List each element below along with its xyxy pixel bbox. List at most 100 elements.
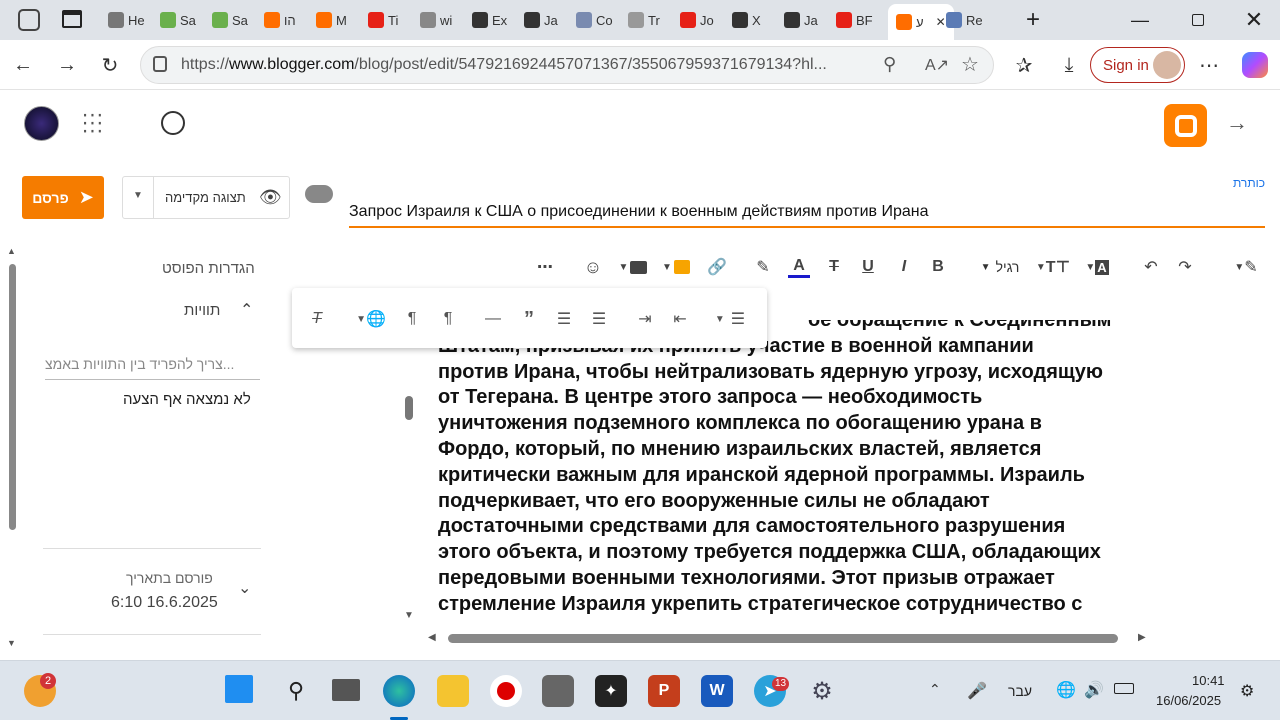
browser-tab[interactable]: Ja xyxy=(524,6,558,34)
tab-actions-icon[interactable] xyxy=(62,10,82,28)
clock-date[interactable]: 16/06/2025 xyxy=(1156,693,1221,708)
bold-icon[interactable]: B xyxy=(929,256,947,278)
blogger-logo-icon[interactable] xyxy=(1164,104,1207,147)
quote-icon[interactable]: ” xyxy=(518,308,540,330)
align-icon[interactable]: ▼ ☰ xyxy=(710,308,750,330)
edge-icon[interactable] xyxy=(383,675,415,707)
powerpoint-icon[interactable]: P xyxy=(648,675,680,707)
browser-tab[interactable]: Sa xyxy=(160,6,196,34)
new-tab-button[interactable]: + xyxy=(1026,6,1040,34)
browser-tab[interactable]: Co xyxy=(576,6,613,34)
lock-icon[interactable] xyxy=(153,56,167,72)
text-background-icon[interactable]: ▼ A xyxy=(1083,256,1111,278)
forward-button[interactable]: → xyxy=(54,52,80,78)
post-body-text[interactable]: ое обращение к Соединенным Штатам, призы… xyxy=(438,320,1163,618)
more-menu-icon[interactable]: ⋯ xyxy=(1196,52,1222,78)
ltr-paragraph-icon[interactable]: ¶ xyxy=(402,308,422,330)
minimize-button[interactable]: — xyxy=(1128,8,1152,32)
browser-tab[interactable]: BF xyxy=(836,6,873,34)
more-options-icon[interactable]: ⋯ xyxy=(534,256,556,278)
undo-icon[interactable]: ↶ xyxy=(1140,256,1162,278)
close-window-button[interactable]: ✕ xyxy=(1242,7,1266,32)
browser-tab[interactable]: wi xyxy=(420,6,452,34)
read-aloud-icon[interactable]: A↗ xyxy=(925,55,949,75)
browser-tab[interactable]: He xyxy=(108,6,145,34)
browser-tab[interactable]: Ex xyxy=(472,6,507,34)
font-size-icon[interactable]: ▼ T⊤ xyxy=(1036,256,1070,278)
horizontal-scrollbar[interactable] xyxy=(448,634,1118,643)
language-indicator[interactable]: עבר xyxy=(1008,683,1032,699)
restore-button[interactable] xyxy=(1186,8,1210,32)
italic-icon[interactable]: I xyxy=(895,256,913,278)
edit-mode-icon[interactable]: ▼ ✎ xyxy=(1228,256,1264,278)
network-icon[interactable]: 🌐 xyxy=(1056,680,1076,700)
browser-tab[interactable]: Tr xyxy=(628,6,660,34)
exit-arrow-icon[interactable]: → xyxy=(1226,110,1248,136)
browser-tab[interactable]: X xyxy=(732,6,761,34)
blog-avatar[interactable] xyxy=(24,106,59,141)
file-explorer-icon[interactable] xyxy=(437,675,469,707)
downloads-icon[interactable]: ⤓ xyxy=(1056,52,1082,78)
strikethrough-icon[interactable]: T xyxy=(824,256,844,278)
bulleted-list-icon[interactable]: ☰ xyxy=(588,308,610,330)
close-tab-icon[interactable]: ✕ xyxy=(936,15,946,29)
clock-time[interactable]: 10:41 xyxy=(1192,673,1225,688)
published-date-section[interactable]: ⌄ פורסם בתאריך 6:10 16.6.2025 xyxy=(100,568,260,618)
labels-input[interactable]: צריך להפריד בין התוויות באמצ... xyxy=(45,356,260,380)
copilot-icon[interactable] xyxy=(1242,52,1268,78)
insert-video-icon[interactable]: ▼ xyxy=(617,256,649,278)
back-button[interactable]: ← xyxy=(10,52,36,78)
emoji-icon[interactable]: ☺ xyxy=(582,256,604,278)
scroll-right-icon[interactable]: ▶ xyxy=(1138,632,1146,643)
battery-icon[interactable] xyxy=(1114,683,1134,694)
apps-grid-icon[interactable]: ⋅⋅⋅ ⋅⋅⋅ ⋅⋅⋅ xyxy=(82,106,104,142)
microphone-icon[interactable]: 🎤 xyxy=(967,681,987,701)
search-icon[interactable]: ⚲ xyxy=(280,675,312,707)
text-color-icon[interactable]: A xyxy=(788,256,810,278)
camera-icon[interactable] xyxy=(542,675,574,707)
start-windows-icon[interactable] xyxy=(225,675,253,703)
address-bar[interactable]: https://www.blogger.com/blog/post/edit/5… xyxy=(140,46,994,84)
browser-tab[interactable]: Re xyxy=(946,6,983,34)
workspaces-icon[interactable] xyxy=(18,9,40,31)
scroll-down-icon[interactable]: ▼ xyxy=(7,638,16,648)
redo-icon[interactable]: ↷ xyxy=(1174,256,1196,278)
browser-tab[interactable]: Ja xyxy=(784,6,818,34)
font-select[interactable]: ▼ רגיל xyxy=(977,256,1023,278)
highlight-pen-icon[interactable]: ✎ xyxy=(752,256,774,278)
reload-button[interactable]: ↻ xyxy=(97,52,123,78)
sidebar-scrollbar[interactable] xyxy=(9,264,16,530)
rtl-paragraph-icon[interactable]: ¶ xyxy=(438,308,458,330)
zoom-icon[interactable]: ⚲ xyxy=(883,54,896,75)
clear-formatting-icon[interactable]: T xyxy=(306,308,328,330)
favorites-icon[interactable]: ✰ xyxy=(1011,52,1037,78)
underline-icon[interactable]: U xyxy=(859,256,877,278)
browser-tab[interactable]: Sa xyxy=(212,6,248,34)
scroll-up-icon[interactable]: ▲ xyxy=(7,246,16,256)
show-hidden-icons-icon[interactable]: ⌃ xyxy=(929,681,941,698)
preview-button[interactable]: ▼ תצוגה מקדימה 👁 xyxy=(122,176,290,219)
revert-icon[interactable] xyxy=(161,111,185,135)
language-icon[interactable]: ▼ 🌐 xyxy=(354,308,388,330)
browser-tab[interactable]: Ti xyxy=(368,6,398,34)
post-title-input[interactable]: Запрос Израиля к США о присоединении к в… xyxy=(349,203,1265,228)
sign-in-button[interactable]: Sign in xyxy=(1090,47,1185,83)
link-icon[interactable]: 🔗 xyxy=(706,256,728,278)
outdent-icon[interactable]: ⇤ xyxy=(669,308,691,330)
scroll-down-arrow-icon[interactable]: ▼ xyxy=(404,610,414,621)
volume-icon[interactable]: 🔊 xyxy=(1084,680,1104,700)
ai-sparkle-icon[interactable]: ✦ xyxy=(595,675,627,707)
screen-recorder-icon[interactable] xyxy=(490,675,522,707)
content-scrollbar-thumb[interactable] xyxy=(405,396,413,420)
browser-tab[interactable]: הו xyxy=(264,6,296,34)
settings-gear-icon[interactable]: ⚙ xyxy=(806,675,838,707)
word-icon[interactable]: W xyxy=(701,675,733,707)
notification-center-icon[interactable]: ⚙ xyxy=(1240,681,1254,701)
active-tab[interactable]: ע ✕ xyxy=(888,4,954,40)
labels-section-header[interactable]: תוויות ⌃ xyxy=(184,302,260,322)
horizontal-rule-icon[interactable]: — xyxy=(482,308,504,330)
favorite-star-icon[interactable]: ☆ xyxy=(961,52,979,77)
post-body-editor[interactable]: ое обращение к Соединенным Штатам, призы… xyxy=(393,320,1166,650)
scroll-left-icon[interactable]: ◀ xyxy=(428,632,436,643)
task-view-icon[interactable] xyxy=(332,679,360,701)
